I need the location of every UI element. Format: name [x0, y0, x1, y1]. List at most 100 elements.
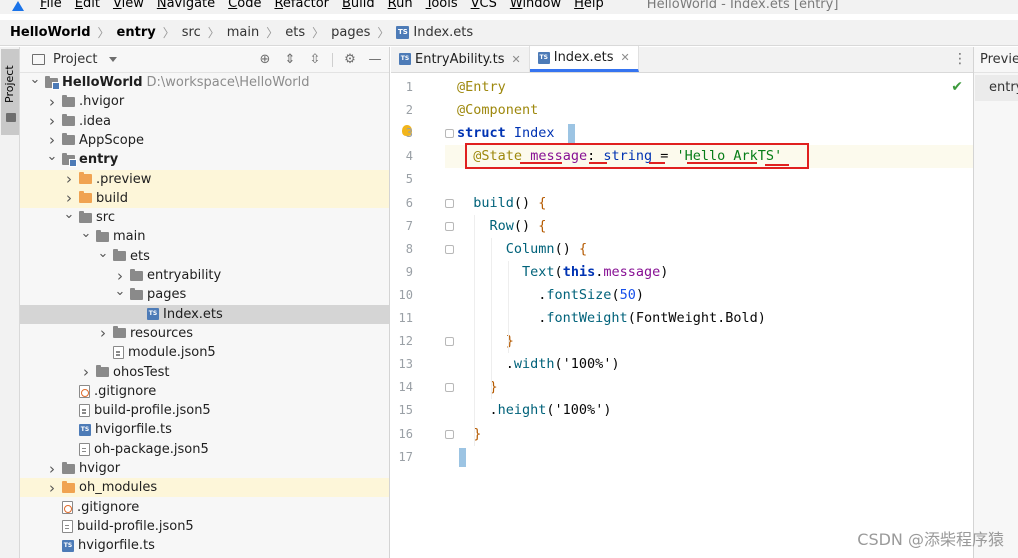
indent-guide	[508, 260, 509, 354]
chevron-right-icon[interactable]: ›	[62, 189, 76, 207]
tree-item[interactable]: module.json5	[20, 343, 389, 362]
fold-marker-icon[interactable]	[445, 429, 454, 439]
chevron-down-icon[interactable]	[109, 57, 118, 62]
tree-item[interactable]: › ohosTest	[20, 363, 389, 382]
tree-item-label: .gitignore	[77, 499, 140, 515]
tree-item[interactable]: oh-package.json5	[20, 440, 389, 459]
tree-item[interactable]: › entryability	[20, 266, 389, 285]
tree-item[interactable]: › resources	[20, 324, 389, 343]
close-icon[interactable]: ✕	[512, 53, 521, 66]
chevron-down-icon[interactable]: ⌄	[62, 207, 76, 222]
menu-item-file[interactable]: File	[40, 0, 62, 11]
chevron-down-icon[interactable]: ⌄	[45, 149, 59, 164]
chevron-down-icon[interactable]: ⌄	[28, 72, 42, 87]
line-number: 13	[398, 357, 413, 372]
tree-item[interactable]: › .idea	[20, 112, 389, 131]
breadcrumb-item[interactable]: pages	[331, 25, 370, 40]
tree-item[interactable]: ⌄ ets	[20, 246, 389, 266]
project-panel-title[interactable]: Project	[53, 52, 97, 67]
chevron-right-icon[interactable]: ›	[62, 170, 76, 188]
toolbar-divider	[332, 53, 333, 67]
previewer-title[interactable]: Previewer	[974, 47, 1018, 73]
menu-item-help[interactable]: Help	[574, 0, 604, 11]
menu-item-vcs[interactable]: VCS	[471, 0, 497, 11]
fold-marker-icon[interactable]	[445, 337, 454, 347]
expand-all-icon[interactable]: ⇕	[282, 52, 298, 68]
menu-item-navigate[interactable]: Navigate	[157, 0, 215, 11]
line-number: 12	[398, 334, 413, 349]
breadcrumb-item[interactable]: main	[227, 25, 259, 40]
tree-item[interactable]: ⌄ src	[20, 207, 389, 227]
fold-marker-icon[interactable]	[445, 198, 454, 208]
code-token: ()	[513, 217, 539, 234]
chevron-right-icon[interactable]: ›	[45, 93, 59, 111]
code-token: .	[457, 310, 547, 326]
tree-item[interactable]: TS hvigorfile.ts	[20, 420, 389, 439]
collapse-all-icon[interactable]: ⇳	[307, 52, 323, 68]
menu-item-build[interactable]: Build	[342, 0, 375, 11]
tree-item[interactable]: ⌄ entry	[20, 149, 389, 169]
fold-marker-icon[interactable]	[445, 244, 454, 254]
tree-item[interactable]: › oh_modules	[20, 478, 389, 498]
editor-tab[interactable]: TS EntryAbility.ts ✕	[391, 46, 530, 72]
tree-item[interactable]: › hvigor	[20, 459, 389, 478]
chevron-down-icon[interactable]: ⌄	[96, 246, 110, 261]
code-token: (	[611, 286, 620, 303]
tree-item[interactable]: › .hvigor	[20, 92, 389, 111]
tree-item[interactable]: ⌄ pages	[20, 284, 389, 304]
menu-item-window[interactable]: Window	[510, 0, 561, 11]
close-icon[interactable]: ✕	[621, 51, 630, 64]
tree-item[interactable]: TS hvigorfile.ts	[20, 536, 389, 555]
folder-icon	[62, 461, 75, 474]
tree-item[interactable]: ⌄ HelloWorld D:\workspace\HelloWorld	[20, 72, 389, 92]
tree-item[interactable]: › .preview	[20, 169, 389, 189]
tree-item[interactable]: .gitignore	[20, 498, 389, 517]
chevron-right-icon[interactable]: ›	[45, 131, 59, 149]
fold-marker-icon[interactable]	[445, 129, 454, 139]
chevron-right-icon[interactable]: ›	[79, 363, 93, 381]
menu-item-edit[interactable]: Edit	[75, 0, 100, 11]
tree-item[interactable]: TS Index.ets	[20, 304, 389, 324]
chevron-right-icon[interactable]: ›	[96, 324, 110, 342]
project-tool-label: Project	[3, 65, 16, 103]
fold-marker-icon[interactable]	[445, 221, 454, 231]
breadcrumb-label: src	[181, 25, 201, 40]
module-folder-icon	[45, 75, 60, 90]
line-number: 3	[405, 126, 413, 141]
chevron-right-icon[interactable]: ›	[113, 267, 127, 285]
tree-item[interactable]: build-profile.json5	[20, 401, 389, 420]
locate-icon[interactable]: ⊕	[257, 52, 273, 68]
menu-label: ile	[46, 0, 62, 11]
tree-item[interactable]: .gitignore	[20, 382, 389, 401]
more-vertical-icon[interactable]: ⋮	[953, 51, 967, 67]
menu-item-view[interactable]: View	[113, 0, 144, 11]
chevron-right-icon[interactable]: ›	[45, 479, 59, 497]
breadcrumb-item[interactable]: HelloWorld	[10, 25, 91, 40]
chevron-right-icon[interactable]: ›	[45, 460, 59, 478]
breadcrumb-item[interactable]: entry	[117, 25, 156, 40]
menu-mnemonic: E	[74, 0, 83, 11]
fold-marker-icon[interactable]	[445, 383, 454, 393]
chevron-right-icon[interactable]: ›	[45, 112, 59, 130]
gear-icon[interactable]: ⚙	[342, 52, 358, 68]
menu-item-code[interactable]: Code	[228, 0, 261, 11]
previewer-entry[interactable]: entry	[975, 75, 1018, 101]
menu-item-tools[interactable]: Tools	[426, 0, 458, 11]
menu-item-run[interactable]: Run	[388, 0, 413, 11]
chevron-down-icon[interactable]: ⌄	[79, 226, 93, 241]
breadcrumb-item[interactable]: src	[182, 25, 201, 40]
tree-item[interactable]: ⌄ main	[20, 226, 389, 246]
tree-item[interactable]: build-profile.json5	[20, 517, 389, 536]
tree-item[interactable]: › AppScope	[20, 131, 389, 150]
breadcrumb-item[interactable]: TS Index.ets	[396, 25, 473, 40]
project-tool-tab[interactable]: Project	[1, 49, 19, 135]
editor-tab[interactable]: TS Index.ets ✕	[529, 46, 639, 72]
tree-item[interactable]: › build	[20, 188, 389, 208]
menu-item-refactor[interactable]: Refactor	[274, 0, 329, 11]
minimize-icon[interactable]: —	[367, 52, 383, 68]
breadcrumb-item[interactable]: ets	[285, 25, 305, 40]
chevron-down-icon[interactable]: ⌄	[113, 284, 127, 299]
code-token: {	[578, 240, 588, 257]
